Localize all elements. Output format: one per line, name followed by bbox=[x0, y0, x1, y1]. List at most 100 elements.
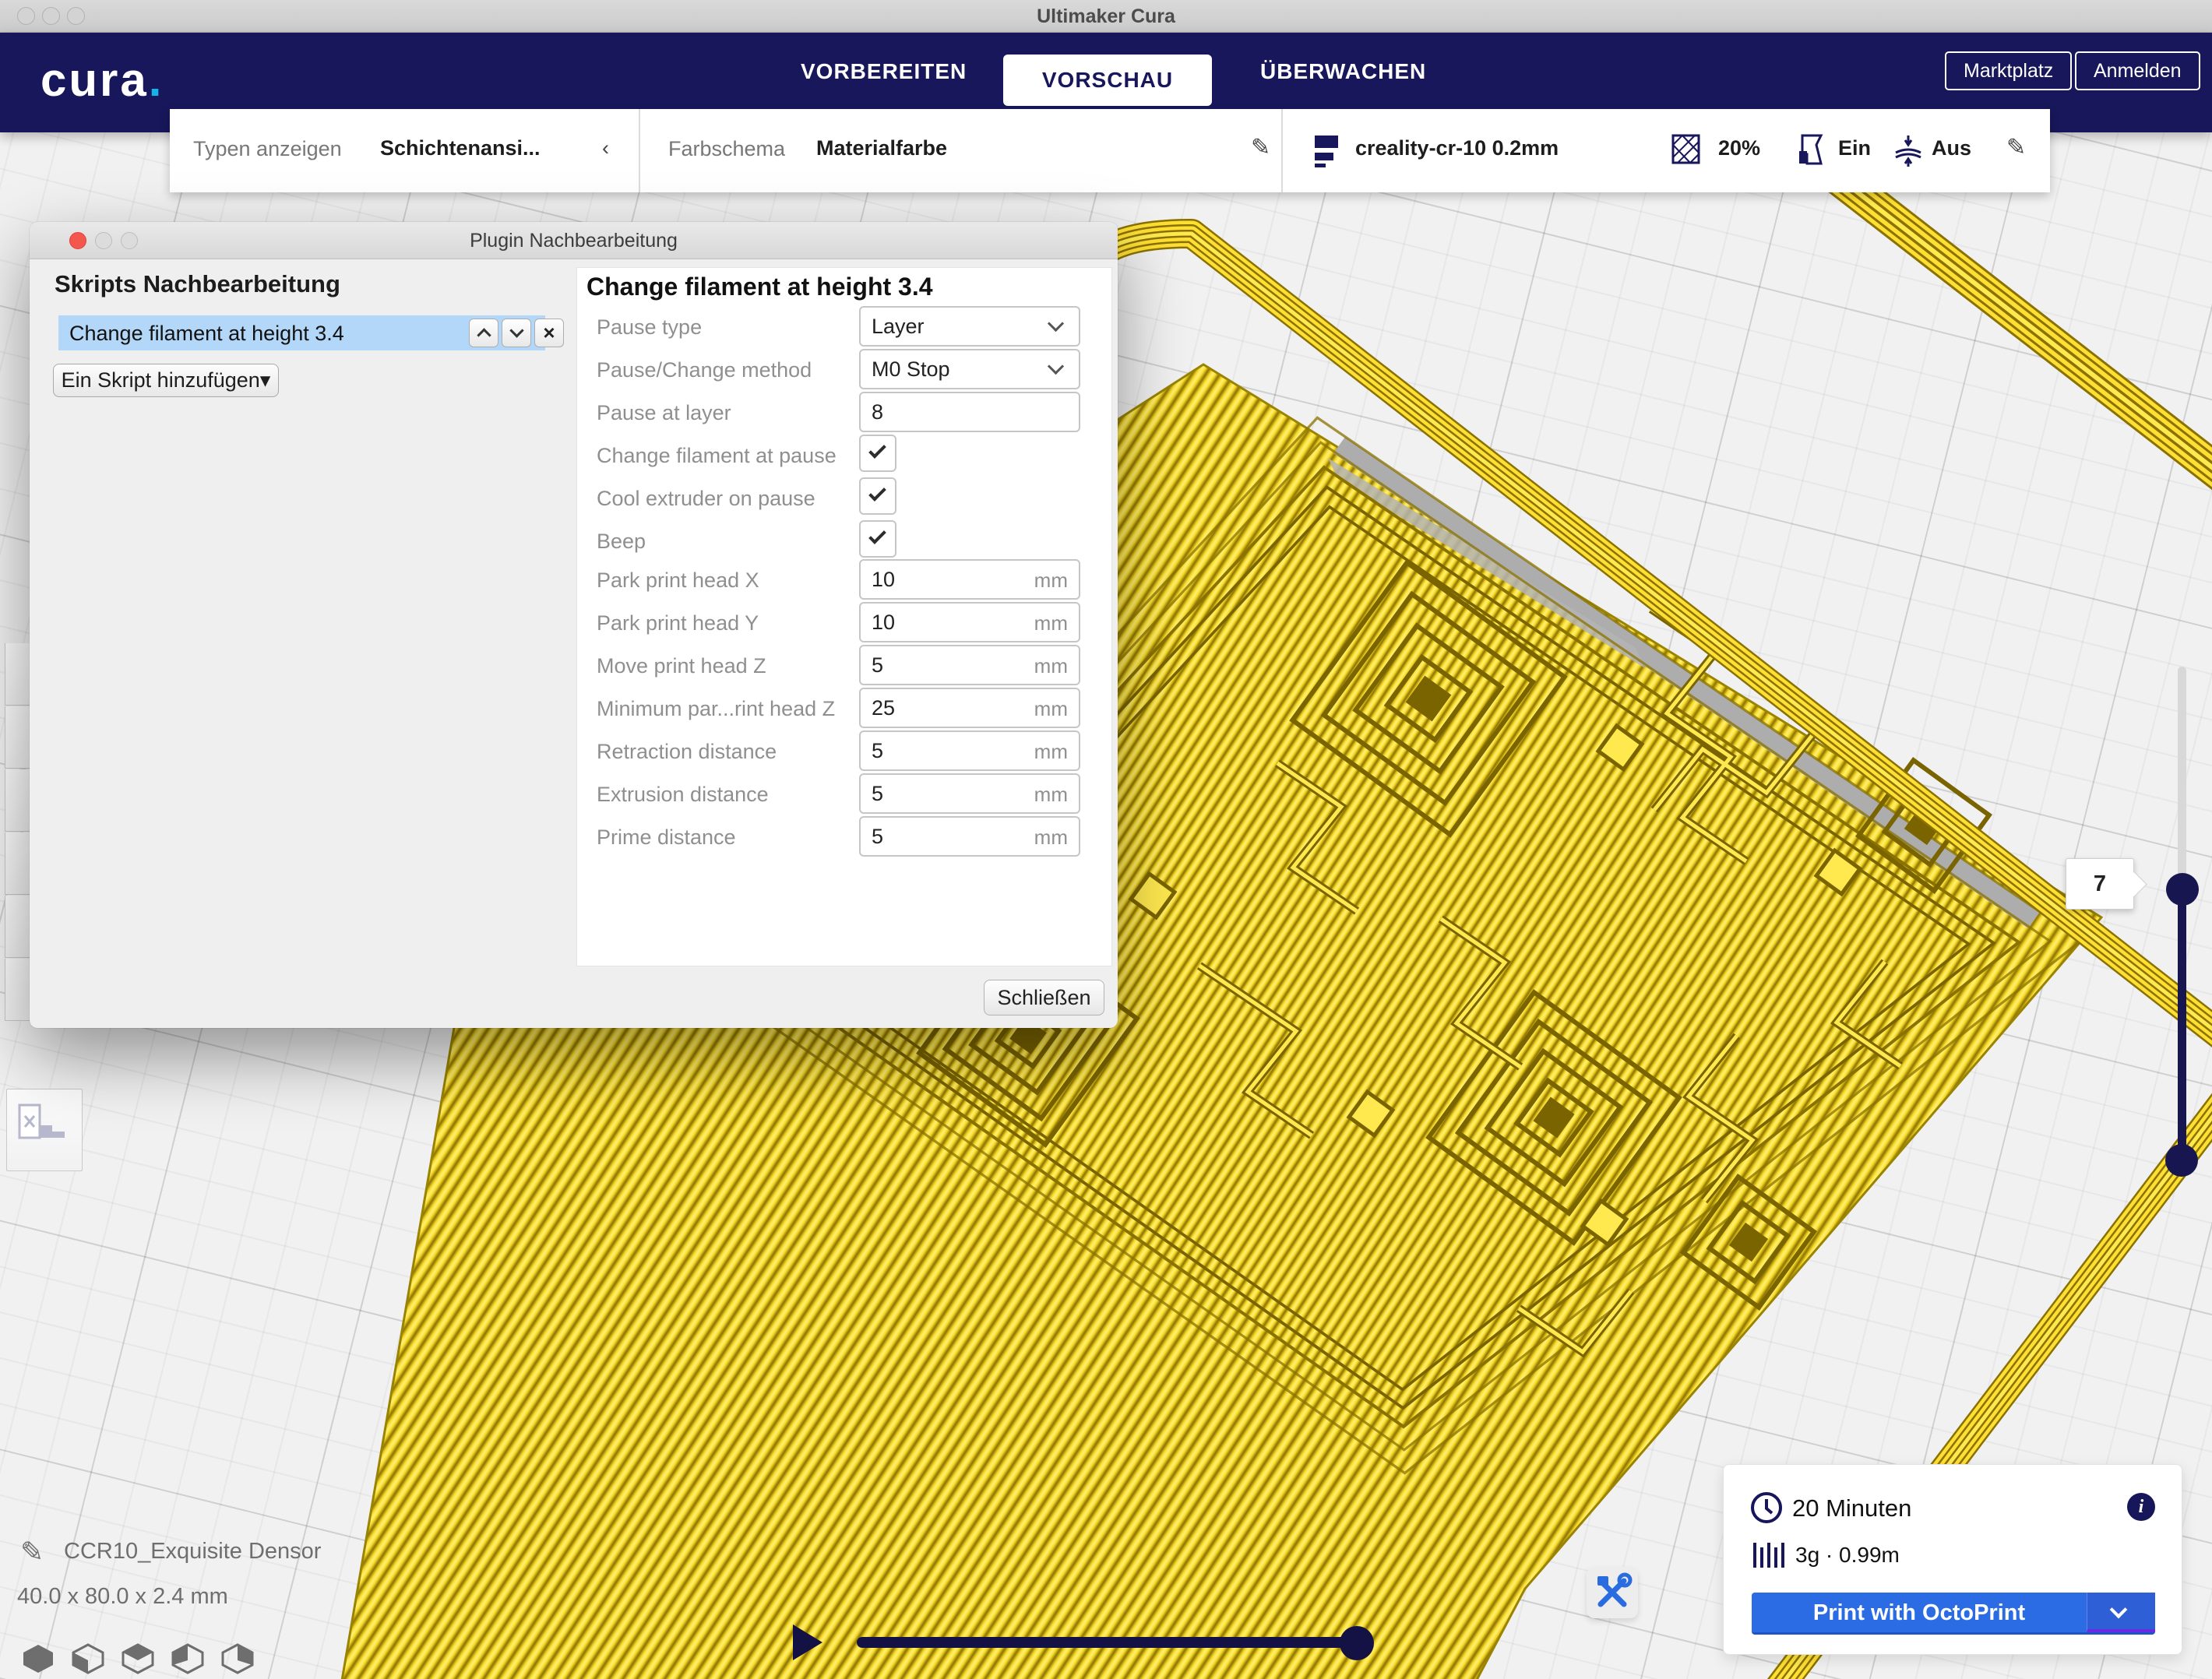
object-name: CCR10_Exquisite Densor bbox=[64, 1539, 321, 1565]
field-value: 10 bbox=[872, 611, 895, 635]
text-field[interactable]: 10mm bbox=[859, 602, 1080, 642]
unit-suffix: mm bbox=[1034, 654, 1068, 678]
color-scheme-label: Farbschema bbox=[668, 137, 785, 161]
simulation-timeline[interactable] bbox=[857, 1637, 1357, 1648]
edit-view-pencil-icon[interactable]: ✎ bbox=[1251, 134, 1270, 161]
support-icon bbox=[1796, 134, 1826, 167]
timeline-handle[interactable] bbox=[1340, 1626, 1374, 1660]
marketplace-button[interactable]: Marktplatz bbox=[1945, 51, 2072, 90]
toolbar-divider bbox=[1281, 109, 1283, 192]
print-summary-card: 20 Minuten i 3g · 0.99m Print with OctoP… bbox=[1723, 1464, 2182, 1655]
logo-dot: . bbox=[149, 54, 164, 106]
field-label: Prime distance bbox=[597, 825, 736, 850]
field-value: 8 bbox=[872, 400, 883, 424]
edit-print-settings-pencil-icon[interactable]: ✎ bbox=[2006, 134, 2026, 161]
text-field[interactable]: 5mm bbox=[859, 645, 1080, 685]
checkbox[interactable] bbox=[859, 520, 896, 558]
rename-pencil-icon[interactable]: ✎ bbox=[20, 1536, 44, 1568]
info-icon[interactable]: i bbox=[2127, 1493, 2155, 1521]
support-value[interactable]: Ein bbox=[1838, 136, 1871, 160]
view-type-value[interactable]: Schichtenansi... bbox=[380, 136, 541, 160]
close-icon: × bbox=[535, 319, 563, 347]
text-field[interactable]: 8 bbox=[859, 392, 1080, 432]
model-list-icon-top-face[interactable] bbox=[122, 1643, 154, 1674]
collapse-chevron-icon[interactable]: ‹ bbox=[602, 136, 609, 160]
window-title: Ultimaker Cura bbox=[0, 5, 2212, 28]
form-row: Change filament at pause bbox=[577, 435, 1111, 475]
field-label: Retraction distance bbox=[597, 740, 777, 764]
script-list-item-selected[interactable]: Change filament at height 3.4 × bbox=[58, 315, 545, 350]
text-field[interactable]: 5mm bbox=[859, 773, 1080, 814]
field-label: Cool extruder on pause bbox=[597, 487, 815, 511]
close-dialog-button[interactable]: Schließen bbox=[984, 980, 1104, 1015]
field-value: 10 bbox=[872, 568, 895, 592]
checkbox[interactable] bbox=[859, 477, 896, 515]
layer-slider-lower-handle[interactable] bbox=[2165, 1144, 2198, 1177]
model-list-icon-right-top[interactable] bbox=[221, 1643, 254, 1674]
field-label: Beep bbox=[597, 530, 646, 554]
text-field[interactable]: 25 mm bbox=[859, 688, 1080, 728]
field-label: Minimum par...rint head Z bbox=[597, 697, 835, 721]
layer-slider-upper-handle[interactable] bbox=[2166, 873, 2199, 906]
view-settings-toolbar: Typen anzeigen Schichtenansi... ‹ Farbsc… bbox=[170, 109, 2050, 192]
adhesion-value[interactable]: Aus bbox=[1932, 136, 1971, 160]
add-script-dropdown[interactable]: Ein Skript hinzufügen▾ bbox=[53, 364, 279, 397]
print-with-octoprint-button[interactable]: Print with OctoPrint bbox=[1752, 1593, 2155, 1635]
form-row: Move print head Z5mm bbox=[577, 645, 1111, 685]
field-value: 5 bbox=[872, 739, 883, 763]
color-scheme-value[interactable]: Materialfarbe bbox=[816, 136, 947, 160]
select-field[interactable]: Layer bbox=[859, 306, 1080, 347]
machine-tools-button[interactable] bbox=[1587, 1567, 1638, 1618]
settings-heading: Change filament at height 3.4 bbox=[586, 273, 933, 301]
form-row: Prime distance 5mm bbox=[577, 816, 1111, 857]
model-list-icon-solid[interactable] bbox=[22, 1643, 55, 1674]
tab-vorschau[interactable]: VORSCHAU bbox=[1003, 55, 1212, 106]
form-row: Minimum par...rint head Z 25 mm bbox=[577, 688, 1111, 728]
printer-profile[interactable]: creality-cr-10 0.2mm bbox=[1355, 136, 1559, 160]
unit-suffix: mm bbox=[1034, 697, 1068, 721]
model-list-icon-left-face[interactable] bbox=[72, 1643, 104, 1674]
layer-slider-track[interactable] bbox=[2178, 667, 2186, 900]
form-row: Pause type Layer bbox=[577, 306, 1111, 347]
tab-vorbereiten[interactable]: VORBEREITEN bbox=[801, 59, 967, 84]
chevron-down-icon bbox=[2110, 1601, 2128, 1619]
field-label: Pause at layer bbox=[597, 401, 731, 425]
remove-script-button[interactable]: × bbox=[534, 319, 564, 347]
tool-support-blocker-button[interactable] bbox=[6, 1089, 83, 1171]
form-row: Beep bbox=[577, 520, 1111, 561]
form-row: Retraction distance 5mm bbox=[577, 730, 1111, 771]
check-icon bbox=[868, 441, 886, 459]
field-value: 25 bbox=[872, 696, 895, 720]
wrench-hammer-icon bbox=[1587, 1567, 1638, 1618]
form-row: Park print head Y10mm bbox=[577, 602, 1111, 642]
print-options-dropdown[interactable] bbox=[2087, 1593, 2155, 1632]
checkbox[interactable] bbox=[859, 435, 896, 472]
move-script-down-button[interactable] bbox=[502, 319, 531, 347]
text-field[interactable]: 5mm bbox=[859, 730, 1080, 771]
infill-value[interactable]: 20% bbox=[1718, 136, 1760, 160]
layer-number: 7 bbox=[2094, 871, 2106, 896]
toolbar-divider bbox=[639, 109, 640, 192]
unit-suffix: mm bbox=[1034, 825, 1068, 850]
play-icon[interactable] bbox=[793, 1624, 822, 1660]
tab-ueberwachen[interactable]: ÜBERWACHEN bbox=[1260, 59, 1426, 84]
model-list-icon-left-top[interactable] bbox=[171, 1643, 204, 1674]
check-icon bbox=[868, 526, 886, 544]
chevron-down-icon bbox=[1048, 358, 1064, 375]
field-label: Pause type bbox=[597, 315, 702, 340]
field-value: Layer bbox=[872, 315, 925, 339]
form-row: Park print head X10mm bbox=[577, 559, 1111, 600]
move-script-up-button[interactable] bbox=[469, 319, 498, 347]
check-icon bbox=[868, 484, 886, 502]
select-field[interactable]: M0 Stop bbox=[859, 349, 1080, 389]
chevron-down-icon bbox=[509, 323, 523, 337]
form-row: Extrusion distance5mm bbox=[577, 773, 1111, 814]
layer-slider-range[interactable] bbox=[2178, 888, 2186, 1162]
object-dimensions: 40.0 x 80.0 x 2.4 mm bbox=[17, 1584, 228, 1610]
text-field[interactable]: 5mm bbox=[859, 816, 1080, 857]
text-field[interactable]: 10mm bbox=[859, 559, 1080, 600]
infill-icon bbox=[1671, 134, 1701, 165]
signin-button[interactable]: Anmelden bbox=[2075, 51, 2200, 90]
adhesion-icon bbox=[1893, 134, 1924, 168]
script-settings-panel: Change filament at height 3.4 Pause type… bbox=[576, 267, 1112, 966]
